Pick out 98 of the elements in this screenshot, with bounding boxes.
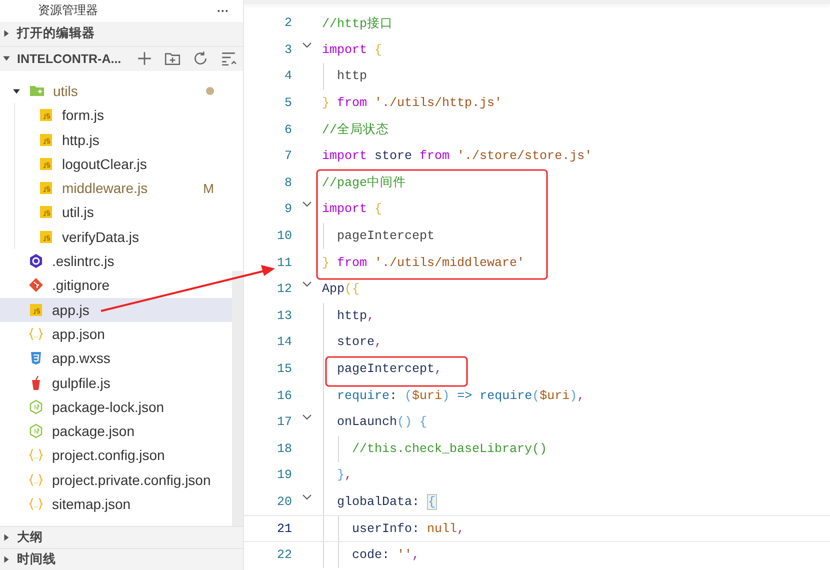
js-file-icon [38, 156, 54, 172]
js-file-icon [38, 107, 54, 124]
fold-chevron-icon[interactable] [302, 494, 312, 500]
code-line: //http接口 [322, 16, 394, 32]
code-line: import store from './store/store.js' [322, 149, 592, 164]
file-tree-item[interactable]: verifyData.js [0, 224, 232, 249]
js-file-icon [28, 302, 44, 318]
line-number: 6 [283, 122, 292, 137]
code-line: http [337, 69, 368, 84]
scrollbar[interactable] [232, 270, 243, 526]
fold-chevron-icon[interactable] [302, 42, 312, 48]
code-line: pageIntercept, [337, 362, 442, 376]
file-tree-item[interactable]: sitemap.json [0, 492, 232, 516]
code-line: globalData: { [337, 494, 437, 509]
file-tree-item[interactable]: app.json [0, 322, 232, 346]
refresh-icon[interactable] [192, 50, 209, 68]
code-line: code: '', [352, 548, 420, 562]
line-number: 18 [276, 442, 292, 456]
line-number: 11 [276, 256, 292, 270]
code-line: onLaunch() { [337, 415, 428, 430]
file-tree-item[interactable]: package-lock.json [0, 394, 232, 420]
line-number: 12 [276, 282, 292, 296]
file-tree-item[interactable]: gulpfile.js [0, 370, 232, 395]
line-number: 14 [276, 335, 292, 350]
braces-icon [28, 447, 44, 464]
line-number: 16 [276, 388, 292, 403]
panel-title: 资源管理器 [38, 2, 98, 20]
code-line: //全局状态 [322, 122, 390, 138]
file-tree-item[interactable]: app.wxss [0, 346, 232, 370]
project-header[interactable]: INTELCONTR-A... [0, 46, 243, 71]
line-number: 5 [283, 96, 292, 110]
file-tree-item[interactable]: form.js [0, 103, 232, 128]
line-number: 20 [276, 494, 292, 509]
collapse-all-icon[interactable] [220, 50, 237, 68]
chevron-icon [2, 533, 11, 542]
line-number: 9 [283, 202, 292, 216]
new-folder-icon[interactable] [164, 50, 181, 68]
file-tree-item[interactable]: .gitignore [0, 273, 232, 298]
code-line: http, [337, 308, 375, 323]
new-file-icon[interactable] [136, 50, 153, 68]
braces-icon [28, 326, 44, 342]
code-line: require: ($uri) => require($uri), [337, 388, 585, 403]
line-number: 15 [276, 362, 292, 376]
git-status-label: M [203, 180, 214, 196]
diamond-branch-icon [28, 277, 44, 294]
file-tree-item[interactable]: package.json [0, 419, 232, 444]
file-tree-item[interactable]: middleware.js M [0, 176, 232, 200]
more-actions-button[interactable]: ··· [217, 4, 229, 18]
file-tree-item[interactable]: project.config.json [0, 443, 232, 468]
file-tree-item[interactable]: .eslintrc.js [0, 248, 232, 274]
line-number: 2 [283, 16, 292, 30]
file-tree-item[interactable]: app.js [0, 298, 232, 322]
code-line: import { [322, 42, 382, 57]
hexagon-icon [28, 398, 44, 415]
file-tree-item[interactable]: util.js [0, 200, 232, 225]
line-number: 3 [283, 42, 292, 57]
code-line: } from './utils/middleware' [322, 256, 525, 270]
code-line: }, [337, 468, 352, 482]
line-number: 19 [276, 468, 292, 482]
folder-icon [29, 83, 45, 99]
code-line: //page中间件 [322, 174, 406, 192]
line-number: 10 [276, 229, 292, 244]
braces-icon [28, 496, 44, 512]
code-line: store, [337, 335, 382, 350]
fold-chevron-icon[interactable] [302, 201, 312, 208]
code-line: import { [322, 202, 382, 216]
chevron-icon [2, 29, 11, 38]
braces-icon [28, 472, 44, 488]
fold-chevron-icon[interactable] [302, 281, 312, 288]
code-line: pageIntercept [337, 229, 435, 244]
file-tree-item[interactable]: http.js [0, 127, 232, 152]
chevron-icon [2, 54, 11, 64]
line-number: 7 [283, 149, 292, 164]
modified-dot-icon [206, 87, 214, 95]
file-tree-item[interactable]: project.private.config.json [0, 468, 232, 492]
file-tree-item[interactable]: logoutClear.js [0, 152, 232, 176]
line-number: 22 [276, 548, 292, 562]
code-line: userInfo: null, [352, 522, 465, 536]
fold-chevron-icon[interactable] [302, 414, 312, 420]
line-number: 21 [276, 522, 292, 536]
line-number: 4 [283, 69, 292, 84]
code-line: //this.check_baseLibrary() [352, 442, 548, 456]
line-number: 13 [276, 308, 292, 323]
code-line: App({ [322, 282, 360, 296]
chevron-icon [2, 555, 11, 564]
js-file-icon [38, 132, 54, 148]
js-file-icon [38, 204, 54, 220]
line-number: 8 [283, 176, 292, 190]
file-tree-item[interactable]: utils [0, 78, 232, 104]
js-file-icon [38, 180, 54, 196]
hexagon-icon [28, 423, 44, 440]
section-header[interactable]: 大纲 [0, 526, 243, 548]
css-file-icon [28, 350, 44, 366]
line-number: 17 [276, 415, 292, 430]
section-header[interactable]: 打开的编辑器 [0, 22, 243, 46]
section-header[interactable]: 时间线 [0, 548, 243, 570]
js-file-icon [38, 228, 54, 245]
code-line: } from './utils/http.js' [322, 96, 502, 110]
